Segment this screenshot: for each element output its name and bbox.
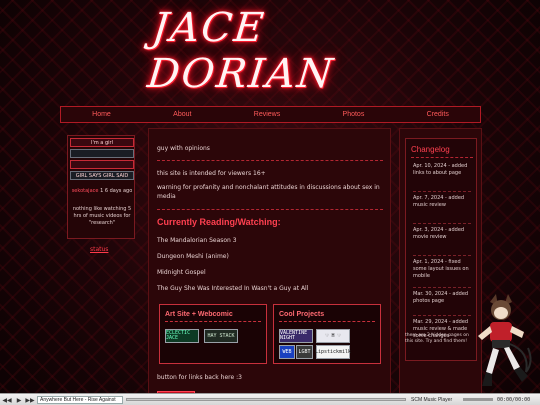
reading-item: Midnight Gospel	[157, 269, 206, 276]
volume-slider[interactable]	[463, 398, 493, 401]
divider	[413, 191, 471, 192]
main-content: guy with opinions this site is intended …	[148, 128, 391, 405]
previous-icon[interactable]: ◀◀	[2, 395, 12, 405]
status-widget: I'm a girl GIRL SAYS GIRL SAID sekotajac…	[67, 135, 135, 239]
main-nav: Home About Reviews Photos Credits	[60, 106, 481, 123]
reading-item: The Mandalorian Season 3	[157, 237, 237, 244]
divider	[413, 255, 471, 256]
divider	[279, 321, 375, 322]
nav-credits[interactable]: Credits	[427, 111, 449, 118]
eclectic-jace-button[interactable]: ECLECTIC JACE	[165, 329, 199, 343]
divider	[411, 157, 473, 158]
changelog-entry: Mar. 30, 2024 - added photos page	[413, 291, 469, 304]
hidden-pages-note: there are 2 hidden pages on this site. T…	[405, 333, 469, 345]
haystack-button[interactable]: HAY STACK	[204, 329, 238, 343]
nav-about[interactable]: About	[173, 111, 191, 118]
divider	[413, 223, 471, 224]
divider	[413, 315, 471, 316]
player-name: SCM Music Player	[411, 397, 453, 403]
divider	[157, 160, 383, 161]
changelog-entry: Apr. 7, 2024 - added music review	[413, 195, 465, 208]
statuscafe-link[interactable]: status	[90, 246, 108, 253]
link-note: button for links back here :3	[157, 374, 242, 381]
projects-box-title: Cool Projects	[279, 311, 325, 318]
changelog-title: Changelog	[411, 145, 450, 154]
project-button-1[interactable]: VALENTINE NIGHT	[279, 329, 313, 343]
project-button-5[interactable]: Lipstickmilk	[315, 345, 351, 359]
reading-item: Dungeon Meshi (anime)	[157, 253, 229, 260]
nav-photos[interactable]: Photos	[343, 111, 365, 118]
project-button-2[interactable]: ♡ H ♡	[316, 329, 350, 343]
changelog-scroll[interactable]: Changelog Apr. 10, 2024 - added links to…	[405, 138, 477, 361]
content-warning: warning for profanity and nonchalant att…	[157, 184, 380, 200]
divider	[165, 321, 261, 322]
status-meta: sekotajace 1 6 days ago	[70, 188, 134, 195]
track-title[interactable]: Anywhere But Here - Rise Against	[37, 396, 123, 404]
changelog-entry: Apr. 3, 2024 - added movie review	[413, 227, 465, 240]
tagline: guy with opinions	[157, 145, 210, 152]
age-notice: this site is intended for viewers 16+	[157, 170, 266, 177]
playback-time: 00:00/00:00	[497, 397, 531, 403]
site-logo-text: JACE DORIAN	[145, 5, 337, 97]
cool-projects-box: Cool Projects VALENTINE NIGHT ♡ H ♡ WEB …	[273, 304, 381, 364]
nav-reviews[interactable]: Reviews	[254, 111, 280, 118]
next-icon[interactable]: ▶▶	[25, 395, 35, 405]
status-banner-2	[70, 149, 134, 158]
status-message: nothing like watching 5 hrs of music vid…	[72, 206, 132, 226]
progress-bar[interactable]	[126, 398, 406, 401]
music-player: ◀◀ ▶ ▶▶ Anywhere But Here - Rise Against…	[0, 393, 540, 405]
project-button-4[interactable]: LGBT	[296, 345, 313, 359]
changelog-entry: Apr. 10, 2024 - added links to about pag…	[413, 163, 468, 176]
divider	[413, 287, 471, 288]
status-banner-1: I'm a girl	[70, 138, 134, 147]
site-logo: JACE DORIAN	[145, 5, 390, 97]
project-button-3[interactable]: WEB	[279, 345, 295, 359]
changelog-entry: Apr. 1, 2024 - fixed some layout issues …	[413, 259, 469, 279]
nav-home[interactable]: Home	[92, 111, 111, 118]
status-banner-4: GIRL SAYS GIRL SAID	[70, 171, 134, 180]
play-icon[interactable]: ▶	[14, 395, 24, 405]
reading-item: The Guy She Was Interested In Wasn't a G…	[157, 285, 309, 292]
art-site-box: Art Site + Webcomic ECLECTIC JACE HAY ST…	[159, 304, 267, 364]
status-time: 1 6 days ago	[100, 188, 133, 194]
status-username[interactable]: sekotajace	[72, 188, 99, 194]
divider	[157, 209, 383, 210]
art-box-title: Art Site + Webcomic	[165, 311, 233, 318]
reading-title: Currently Reading/Watching:	[157, 217, 281, 227]
status-banner-3	[70, 160, 134, 169]
character-illustration	[478, 294, 532, 386]
